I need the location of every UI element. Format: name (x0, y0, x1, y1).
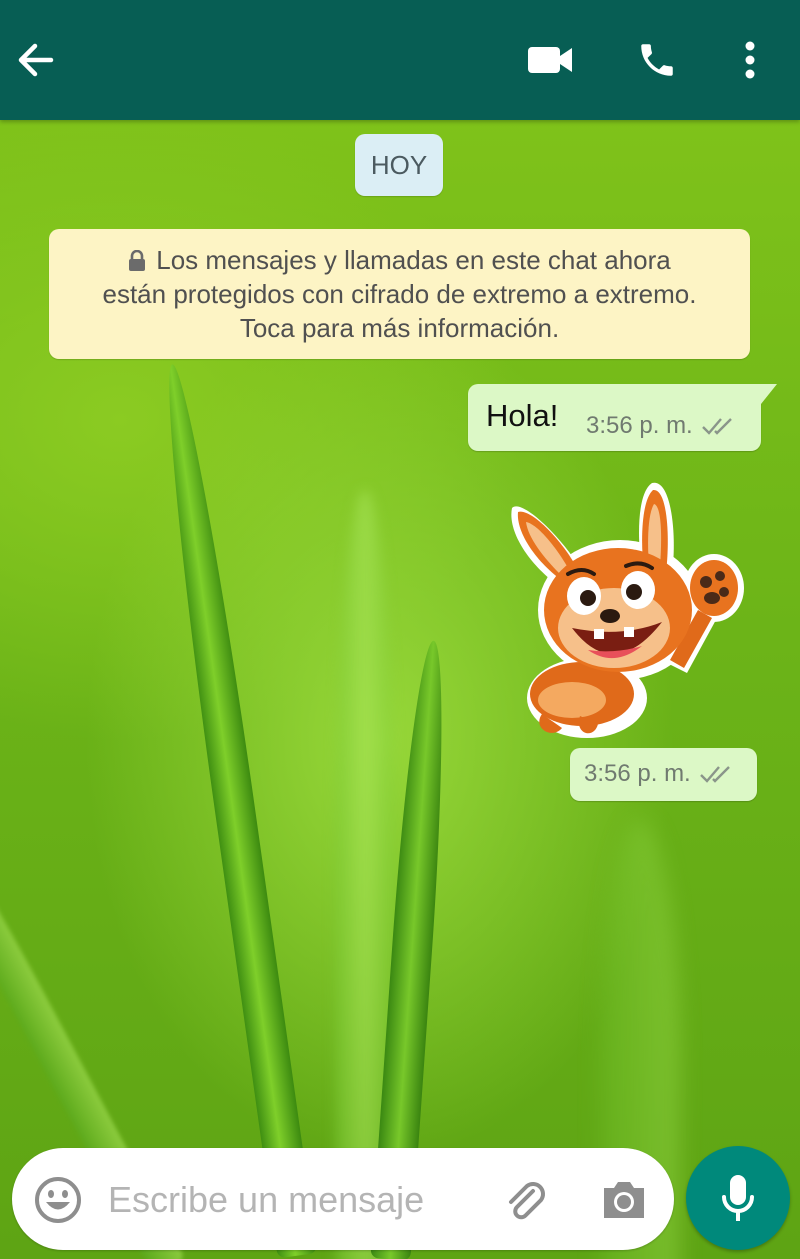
message-time: 3:56 p. m. (584, 760, 691, 787)
fox-sticker-image (511, 482, 744, 738)
message-meta: 3:56 p. m. (586, 412, 735, 440)
message-input[interactable] (106, 1172, 500, 1228)
message-composer (12, 1148, 674, 1250)
voice-message-button[interactable] (686, 1146, 790, 1250)
back-button[interactable] (5, 30, 65, 90)
arrow-left-icon (18, 43, 54, 77)
sticker-message-meta: 3:56 p. m. (570, 748, 757, 801)
fox-waving-sticker[interactable] (502, 478, 748, 746)
camera-button[interactable] (598, 1174, 650, 1226)
outgoing-message[interactable]: Hola! 3:56 p. m. (468, 384, 777, 451)
wallpaper-grass-blade (152, 361, 318, 1259)
camera-icon (604, 1182, 644, 1218)
bubble-tail (761, 384, 777, 404)
emoji-icon (35, 1177, 81, 1223)
message-text: Hola! (486, 398, 559, 433)
attach-button[interactable] (500, 1174, 552, 1226)
chat-header (0, 0, 800, 120)
voice-call-button[interactable] (627, 30, 687, 90)
more-vertical-icon (745, 41, 755, 79)
encryption-notice-line: Toca para más información. (239, 313, 560, 343)
emoji-button[interactable] (32, 1174, 84, 1226)
microphone-icon (722, 1175, 754, 1221)
encryption-notice[interactable]: Los mensajes y llamadas en este chat aho… (49, 229, 750, 359)
read-double-check-icon (701, 418, 732, 435)
read-double-check-icon (699, 766, 730, 783)
date-chip: HOY (355, 134, 443, 196)
video-camera-icon (528, 47, 572, 73)
encryption-notice-line: están protegidos con cifrado de extremo … (102, 279, 697, 309)
encryption-notice-line: Los mensajes y llamadas en este chat aho… (156, 245, 671, 275)
paperclip-icon (509, 1182, 545, 1220)
message-time: 3:56 p. m. (586, 412, 693, 439)
more-options-button[interactable] (720, 30, 780, 90)
lock-icon (129, 250, 146, 271)
phone-icon (641, 44, 673, 76)
video-call-button[interactable] (520, 30, 580, 90)
